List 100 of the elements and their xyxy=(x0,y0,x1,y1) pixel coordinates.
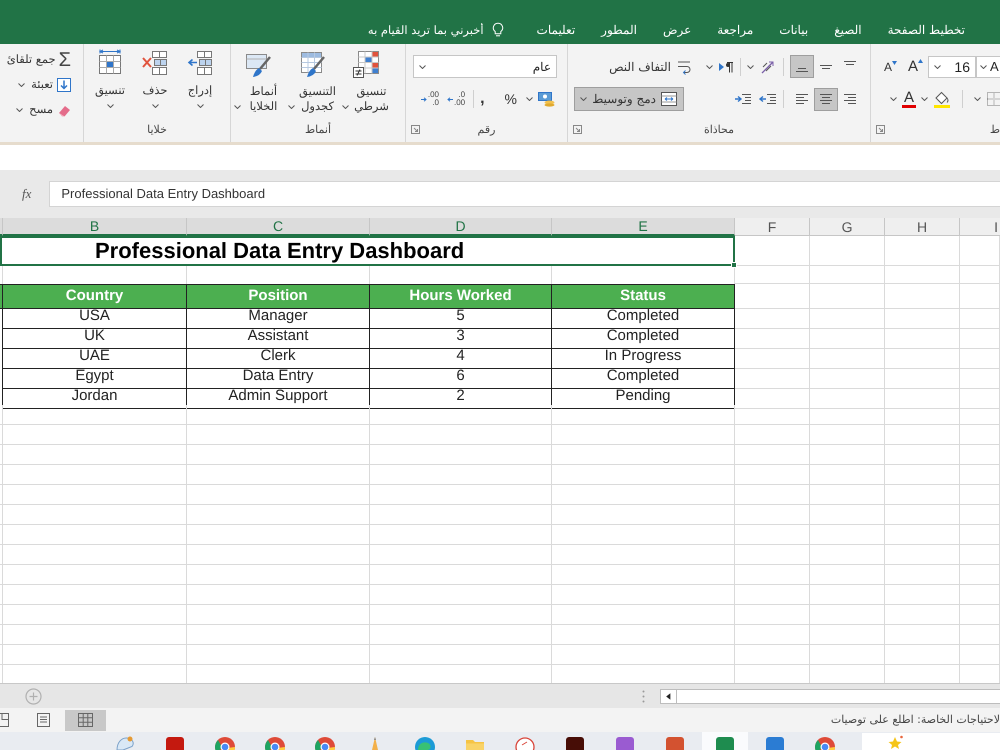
grip-icon[interactable] xyxy=(642,690,645,702)
percent-button[interactable]: % xyxy=(504,92,517,106)
palette-icon xyxy=(114,735,136,750)
group-label: أنماط xyxy=(305,124,332,135)
star-icon xyxy=(888,735,904,749)
table-brush-button[interactable]: التنسيق كجدول xyxy=(288,50,338,114)
indent-decrease-icon[interactable] xyxy=(759,92,777,106)
column-header[interactable]: E xyxy=(552,218,735,236)
caret-icon[interactable] xyxy=(580,97,588,101)
table-cell: UAE xyxy=(3,345,187,368)
formula-input[interactable]: Professional Data Entry Dashboard xyxy=(49,181,1000,207)
view-button[interactable] xyxy=(65,710,106,730)
fill-button[interactable]: تعبئة xyxy=(18,73,71,97)
merge-center-button[interactable]: دمج وتوسيط xyxy=(574,87,684,111)
insert-cells-button[interactable]: إدراج xyxy=(180,49,220,108)
column-header[interactable]: H xyxy=(885,218,960,236)
column-header[interactable]: I xyxy=(960,218,1000,236)
table-cell: Assistant xyxy=(187,325,370,348)
table-cell: Pending xyxy=(552,385,735,408)
indent-increase-icon[interactable] xyxy=(734,92,752,106)
cell-brush-button[interactable]: أنماط الخلايا xyxy=(234,50,284,114)
table-cell: Jordan xyxy=(3,385,187,408)
borders-icon[interactable] xyxy=(986,91,1000,107)
table-header-cell: Hours Worked xyxy=(370,284,552,308)
caret-icon[interactable] xyxy=(706,64,713,68)
shrink-font-button[interactable]: A xyxy=(884,58,897,76)
page-layout-icon xyxy=(36,713,51,727)
conditional-format-icon xyxy=(352,50,382,80)
column-header[interactable]: B xyxy=(3,218,187,236)
group-label: ط xyxy=(990,124,1000,135)
insert-function-button[interactable]: fx xyxy=(21,181,32,207)
pencil-icon xyxy=(372,735,378,750)
group-label: محاذاة xyxy=(704,124,734,135)
font-name-field[interactable]: A xyxy=(976,56,1000,78)
insert-cells-icon xyxy=(186,49,214,77)
menu-tab[interactable]: تخطيط الصفحة xyxy=(874,18,978,42)
increase-decimal-button[interactable]: .0 .00 xyxy=(446,89,466,109)
table-cell: 3 xyxy=(370,325,552,348)
caret-icon[interactable] xyxy=(890,97,897,101)
caret-icon[interactable] xyxy=(106,104,114,108)
caret-icon[interactable] xyxy=(419,64,426,68)
paint-bucket-icon[interactable] xyxy=(933,90,951,108)
clear-button[interactable]: مسح xyxy=(16,98,71,122)
format-cells-icon xyxy=(96,49,124,77)
page-break-icon xyxy=(0,713,9,727)
align-top-icon xyxy=(844,61,856,65)
font-color-button[interactable]: A xyxy=(902,90,916,108)
caret-icon[interactable] xyxy=(526,97,533,101)
caret-icon[interactable] xyxy=(18,83,26,87)
format-cells-button[interactable]: تنسيق xyxy=(90,49,130,108)
caret-icon[interactable] xyxy=(16,108,24,112)
menu-tab[interactable]: مراجعة xyxy=(704,18,766,42)
delete-cells-button[interactable]: حذف xyxy=(135,49,175,108)
menu-tab[interactable]: المطور xyxy=(588,18,650,42)
caret-icon[interactable] xyxy=(152,104,158,108)
column-header[interactable]: G xyxy=(810,218,885,236)
column-header[interactable]: D xyxy=(370,218,552,236)
caret-icon[interactable] xyxy=(934,64,941,68)
menu-tab[interactable]: الصيغ xyxy=(821,18,875,42)
ring-icon xyxy=(314,735,336,750)
horizontal-scrollbar[interactable] xyxy=(660,688,1000,704)
grow-font-button[interactable]: A xyxy=(908,58,923,76)
table-cell: Admin Support xyxy=(187,385,370,408)
font-size-field[interactable]: 16 xyxy=(928,56,976,78)
table-header-cell: Position xyxy=(187,284,370,308)
wrap-text-icon xyxy=(676,58,692,74)
align-middle-icon xyxy=(820,64,832,68)
dialog-launcher-icon[interactable] xyxy=(573,125,582,134)
conditional-format-button[interactable]: تنسيق شرطي xyxy=(342,50,392,114)
arrow-right-icon xyxy=(420,96,427,102)
caret-icon[interactable] xyxy=(288,105,295,109)
caret-icon[interactable] xyxy=(921,97,928,101)
dialog-launcher-icon[interactable] xyxy=(411,125,420,134)
menu-tab[interactable]: تعليمات xyxy=(524,18,588,42)
caret-icon[interactable] xyxy=(980,64,987,68)
caret-icon[interactable] xyxy=(342,105,349,109)
dialog-launcher-icon[interactable] xyxy=(876,125,885,134)
lightbulb-icon xyxy=(492,22,504,38)
table-cell: Data Entry xyxy=(187,365,370,388)
table-cell: 4 xyxy=(370,345,552,368)
fill-handle[interactable] xyxy=(731,262,737,268)
number-format-field[interactable]: عام xyxy=(413,55,557,78)
taskbar-search-field[interactable] xyxy=(862,733,1000,750)
menu-tab[interactable]: بيانات xyxy=(766,18,822,42)
caret-icon[interactable] xyxy=(974,97,981,101)
money-icon[interactable] xyxy=(537,91,555,107)
decrease-decimal-button[interactable]: .00 .0 xyxy=(420,89,439,109)
comma-button[interactable]: , xyxy=(480,91,485,107)
paragraph-direction-icon[interactable] xyxy=(718,60,734,74)
menu-tab[interactable]: عرض xyxy=(650,18,704,42)
column-header[interactable]: F xyxy=(735,218,810,236)
ring-icon xyxy=(264,735,286,750)
wrap-text-button[interactable]: التفاف النص xyxy=(609,58,692,76)
table-header-cell: Status xyxy=(552,284,735,308)
column-header[interactable]: C xyxy=(187,218,370,236)
align-bottom-button[interactable] xyxy=(790,55,814,78)
caret-icon[interactable] xyxy=(234,105,241,109)
caret-icon[interactable] xyxy=(196,104,204,108)
align-center-button[interactable] xyxy=(814,88,838,110)
caret-icon[interactable] xyxy=(747,64,754,68)
